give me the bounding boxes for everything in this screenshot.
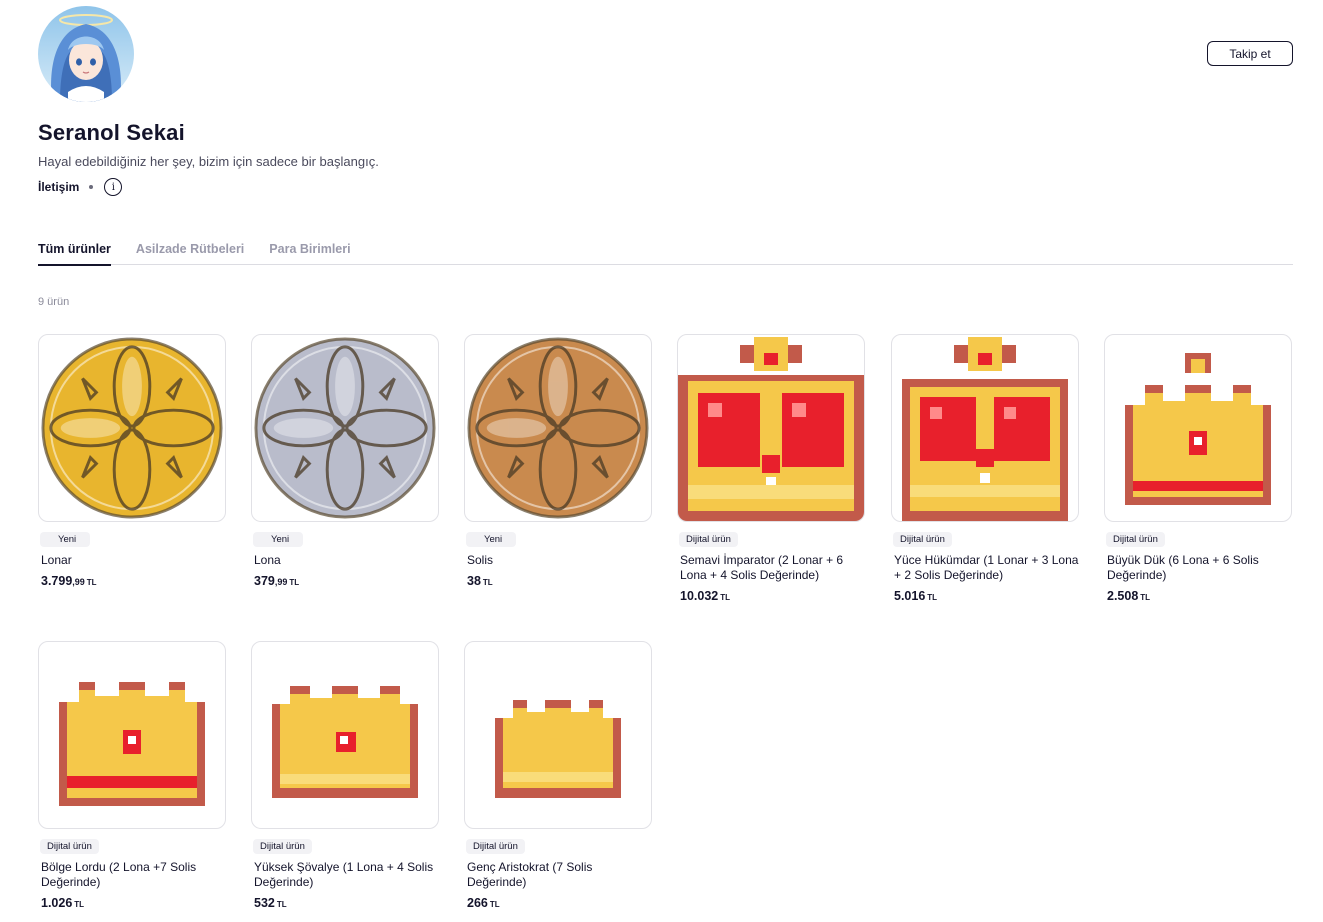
digital-product-badge: Dijital ürün: [1106, 532, 1165, 547]
price-main: 2.508: [1107, 589, 1139, 603]
bronze-coin-icon: [465, 335, 651, 521]
contact-link[interactable]: İletişim: [38, 180, 79, 194]
product-card[interactable]: Dijital ürün Büyük Dük (6 Lona + 6 Solis…: [1104, 334, 1292, 603]
product-title[interactable]: Solis: [467, 553, 652, 568]
product-thumbnail[interactable]: [251, 334, 439, 522]
new-badge: Yeni: [253, 532, 304, 547]
product-price: 1.026 TL: [41, 896, 226, 910]
knight-crown-icon: [272, 686, 418, 798]
product-price: 5.016 TL: [894, 589, 1079, 603]
product-title[interactable]: Yüce Hükümdar (1 Lonar + 3 Lona + 2 Soli…: [894, 553, 1079, 583]
product-title[interactable]: Büyük Dük (6 Lona + 6 Solis Değerinde): [1107, 553, 1292, 583]
price-currency: TL: [1140, 593, 1151, 602]
duke-crown-icon: [1125, 353, 1271, 505]
product-price: 2.508 TL: [1107, 589, 1292, 603]
product-card[interactable]: Dijital ürün Semavi İmparator (2 Lonar +…: [677, 334, 865, 603]
imperial-crown-icon: [678, 337, 864, 521]
product-title[interactable]: Semavi İmparator (2 Lonar + 6 Lona + 4 S…: [680, 553, 865, 583]
product-thumbnail[interactable]: [891, 334, 1079, 522]
tab-all-products[interactable]: Tüm ürünler: [38, 242, 111, 266]
product-card[interactable]: Dijital ürün Yüksek Şövalye (1 Lona + 4 …: [251, 641, 439, 910]
info-icon[interactable]: i: [104, 178, 123, 196]
digital-product-badge: Dijital ürün: [893, 532, 952, 547]
price-currency: TL: [74, 900, 85, 909]
product-card[interactable]: Dijital ürün Yüce Hükümdar (1 Lonar + 3 …: [891, 334, 1079, 603]
product-thumbnail[interactable]: [38, 334, 226, 522]
royal-crown-icon: [902, 337, 1068, 521]
price-decimals: ,99: [72, 577, 85, 587]
price-main: 5.016: [894, 589, 926, 603]
shop-tagline: Hayal edebildiğiniz her şey, bizim için …: [38, 154, 379, 169]
product-thumbnail[interactable]: [251, 641, 439, 829]
price-currency: TL: [720, 593, 731, 602]
product-card[interactable]: Dijital ürün Genç Aristokrat (7 Solis De…: [464, 641, 652, 910]
category-tabs: Tüm ürünler Asilzade Rütbeleri Para Biri…: [38, 242, 1293, 266]
product-price: 10.032 TL: [680, 589, 865, 603]
price-main: 10.032: [680, 589, 719, 603]
digital-product-badge: Dijital ürün: [466, 839, 525, 854]
price-currency: TL: [289, 578, 300, 587]
product-thumbnail[interactable]: [38, 641, 226, 829]
product-card[interactable]: Yeni Lonar 3.799,99 TL: [38, 334, 226, 588]
price-main: 379: [254, 574, 275, 588]
tab-noble-ranks[interactable]: Asilzade Rütbeleri: [136, 242, 244, 265]
shop-name: Seranol Sekai: [38, 120, 185, 145]
product-price: 532 TL: [254, 896, 439, 910]
price-decimals: ,99: [274, 577, 288, 587]
digital-product-badge: Dijital ürün: [679, 532, 738, 547]
product-thumbnail[interactable]: [464, 641, 652, 829]
product-title[interactable]: Lona: [254, 553, 439, 568]
price-main: 38: [467, 574, 481, 588]
new-badge: Yeni: [466, 532, 517, 547]
digital-product-badge: Dijital ürün: [40, 839, 99, 854]
separator-dot: [89, 185, 94, 189]
price-main: 532: [254, 896, 275, 910]
product-price: 266 TL: [467, 896, 652, 910]
price-main: 266: [467, 896, 488, 910]
digital-product-badge: Dijital ürün: [253, 839, 312, 854]
price-currency: TL: [927, 593, 938, 602]
product-thumbnail[interactable]: [677, 334, 865, 522]
product-thumbnail[interactable]: [1104, 334, 1292, 522]
price-currency: TL: [276, 900, 287, 909]
price-main: 3.799: [41, 574, 73, 588]
product-card[interactable]: Yeni Solis 38 TL: [464, 334, 652, 588]
price-currency: TL: [482, 578, 493, 587]
product-title[interactable]: Genç Aristokrat (7 Solis Değerinde): [467, 860, 652, 890]
product-title[interactable]: Yüksek Şövalye (1 Lona + 4 Solis Değerin…: [254, 860, 439, 890]
product-price: 38 TL: [467, 574, 652, 588]
price-main: 1.026: [41, 896, 73, 910]
contact-row: İletişim i: [38, 177, 123, 197]
product-card[interactable]: Yeni Lona 379,99 TL: [251, 334, 439, 588]
product-price: 3.799,99 TL: [41, 574, 226, 588]
product-card[interactable]: Dijital ürün Bölge Lordu (2 Lona +7 Soli…: [38, 641, 226, 910]
product-title[interactable]: Lonar: [41, 553, 226, 568]
follow-button[interactable]: Takip et: [1207, 41, 1293, 66]
gold-coin-icon: [39, 335, 225, 521]
avatar-image: [38, 6, 134, 102]
silver-coin-icon: [252, 335, 438, 521]
price-currency: TL: [86, 578, 97, 587]
new-badge: Yeni: [40, 532, 91, 547]
product-price: 379,99 TL: [254, 574, 439, 588]
lord-crown-icon: [59, 682, 205, 806]
aristocrat-crown-icon: [495, 700, 621, 798]
shop-avatar: [38, 6, 134, 102]
price-currency: TL: [489, 900, 500, 909]
product-title[interactable]: Bölge Lordu (2 Lona +7 Solis Değerinde): [41, 860, 226, 890]
product-count: 9 ürün: [38, 296, 70, 308]
tab-currencies[interactable]: Para Birimleri: [269, 242, 350, 265]
product-thumbnail[interactable]: [464, 334, 652, 522]
